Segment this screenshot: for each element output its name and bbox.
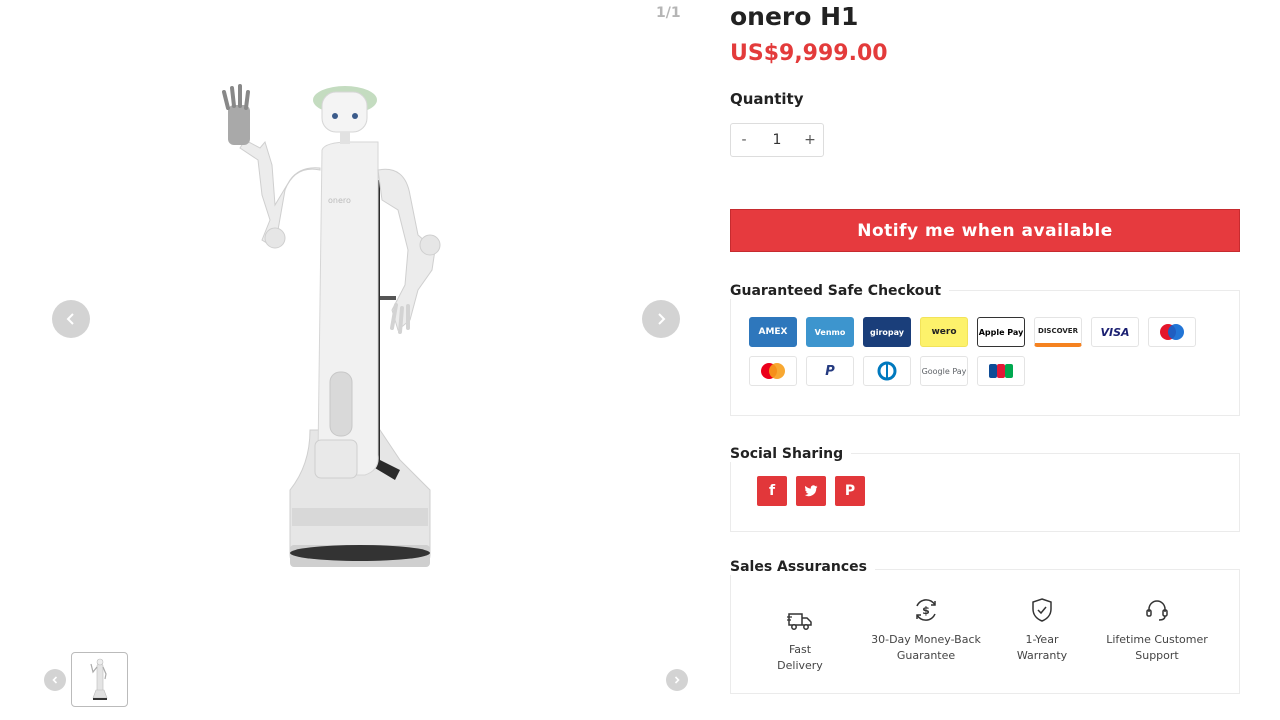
social-buttons: f P	[757, 476, 865, 506]
product-price: US$9,999.00	[730, 41, 888, 66]
chevron-left-icon	[52, 676, 58, 684]
money-back-icon: $	[916, 599, 936, 621]
twitter-share-button[interactable]	[796, 476, 826, 506]
assurance-support: Lifetime Customer Support	[1101, 596, 1213, 664]
mastercard-icon	[749, 356, 797, 386]
facebook-share-button[interactable]: f	[757, 476, 787, 506]
chevron-left-icon	[66, 313, 74, 325]
assurance-label-line2: Warranty	[1016, 649, 1068, 662]
discover-icon: DISCOVER	[1034, 317, 1082, 347]
maestro-icon	[1148, 317, 1196, 347]
payment-methods: AMEX Venmo giropay wero Apple Pay DISCOV…	[749, 317, 1196, 386]
quantity-increase-button[interactable]: +	[797, 132, 823, 148]
google-pay-icon: Google Pay	[920, 356, 968, 386]
quantity-input[interactable]	[757, 132, 797, 148]
robot-thumbnail-image	[89, 658, 107, 700]
thumb-next-button[interactable]	[666, 669, 688, 691]
product-title: onero H1	[730, 2, 859, 31]
pinterest-icon: P	[844, 483, 856, 499]
safe-checkout-box: AMEX Venmo giropay wero Apple Pay DISCOV…	[730, 290, 1240, 416]
assurance-fast-delivery: Fast Delivery	[765, 606, 835, 674]
sales-assurances-box: Fast Delivery $ 30-Day Money-Back Guaran…	[730, 569, 1240, 694]
product-thumbnail[interactable]	[71, 652, 128, 707]
pinterest-share-button[interactable]: P	[835, 476, 865, 506]
giropay-icon: giropay	[863, 317, 911, 347]
assurance-money-back: $ 30-Day Money-Back Guarantee	[871, 596, 981, 664]
truck-icon	[787, 613, 812, 630]
assurance-label-line2: Guarantee	[896, 649, 956, 662]
wero-icon: wero	[920, 317, 968, 347]
visa-icon: VISA	[1091, 317, 1139, 347]
paypal-icon: P	[806, 356, 854, 386]
product-gallery: 1/1 onero	[0, 0, 700, 720]
sales-assurances-title: Sales Assurances	[730, 559, 875, 575]
diners-club-icon	[863, 356, 911, 386]
thumb-prev-button[interactable]	[44, 669, 66, 691]
amex-icon: AMEX	[749, 317, 797, 347]
facebook-icon: f	[768, 483, 776, 499]
checkout-title: Guaranteed Safe Checkout	[730, 283, 950, 299]
gallery-prev-button[interactable]	[52, 300, 90, 338]
gallery-next-button[interactable]	[642, 300, 680, 338]
chevron-right-icon	[674, 676, 680, 684]
venmo-icon: Venmo	[806, 317, 854, 347]
svg-text:$: $	[922, 604, 930, 617]
image-counter: 1/1	[656, 5, 681, 21]
quantity-stepper: - +	[730, 123, 824, 157]
social-sharing-title: Social Sharing	[730, 446, 852, 462]
notify-me-button[interactable]: Notify me when available	[730, 209, 1240, 252]
robot-illustration: onero	[222, 84, 441, 567]
assurance-label: 30-Day Money-Back	[871, 633, 981, 646]
product-image: onero	[200, 70, 470, 580]
chevron-right-icon	[658, 313, 666, 325]
robot-brand-text: onero	[328, 196, 351, 205]
social-sharing-box: f P	[730, 453, 1240, 532]
shield-check-icon	[1032, 598, 1052, 622]
assurance-label: 1-Year	[1025, 633, 1059, 646]
assurance-label-line2: Support	[1135, 649, 1179, 662]
apple-pay-icon: Apple Pay	[977, 317, 1025, 347]
assurance-label: Lifetime Customer	[1106, 633, 1208, 646]
headset-icon	[1146, 600, 1168, 621]
quantity-label: Quantity	[730, 90, 804, 108]
assurance-label: Fast Delivery	[777, 643, 823, 672]
quantity-decrease-button[interactable]: -	[731, 132, 757, 148]
assurance-warranty: 1-Year Warranty	[1003, 596, 1081, 664]
twitter-icon	[804, 485, 818, 497]
jcb-icon	[977, 356, 1025, 386]
